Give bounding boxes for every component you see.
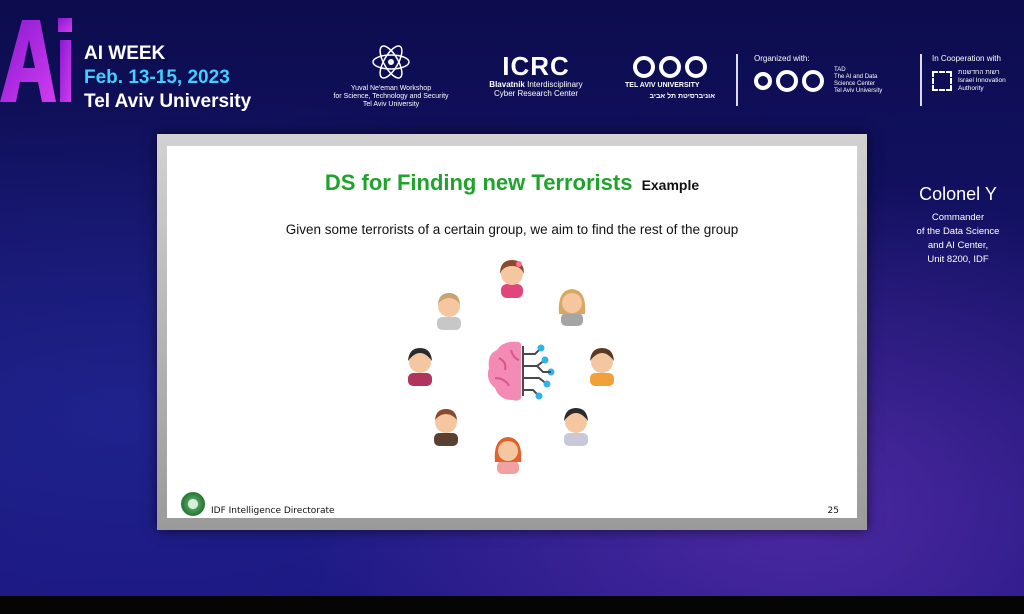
brain-circuit-icon — [487, 341, 555, 401]
header-divider — [736, 54, 738, 106]
ring-icon — [754, 72, 772, 90]
event-venue: Tel Aviv University — [84, 91, 252, 112]
atom-icon — [372, 45, 410, 79]
slide-frame: DS for Finding new Terrorists Example Gi… — [157, 134, 867, 530]
cooperation-label: In Cooperation with — [932, 54, 1001, 63]
tau-name-he: אוניברסיטת תל אביב — [649, 93, 715, 100]
yuval-line3: Tel Aviv University — [362, 101, 420, 108]
person-man-icon — [408, 348, 432, 386]
speaker-caption: Colonel Y Commander of the Data Science … — [900, 184, 1016, 267]
tau-logo: TEL AVIV UNIVERSITY אוניברסיטת תל אביב — [625, 56, 715, 100]
tad-line1: TAD — [834, 67, 846, 73]
icrc-blavatnik: Blavatnik — [489, 80, 525, 89]
ring-icon — [685, 56, 707, 78]
person-woman-icon — [558, 289, 586, 326]
innovation-line2: Authority — [958, 85, 984, 92]
tau-name-en: TEL AVIV UNIVERSITY — [625, 82, 700, 89]
slide-title-suffix: Example — [641, 177, 700, 193]
slide-description: Given some terrorists of a certain group… — [285, 222, 739, 237]
ring-icon — [659, 56, 681, 78]
icrc-acronym: ICRC — [502, 51, 570, 81]
cooperation-logo: In Cooperation with רשות החדשנות Israel … — [932, 54, 1024, 93]
tad-line4: Tel Aviv University — [834, 88, 883, 94]
icrc-line1: Blavatnik Interdisciplinary — [472, 80, 600, 89]
person-girl-icon — [500, 260, 524, 298]
speaker-role-line3: and AI Center, — [927, 240, 989, 251]
person-man-icon — [434, 409, 458, 446]
header-divider — [920, 54, 922, 106]
slide-footer: IDF Intelligence Directorate — [181, 492, 335, 516]
person-man-icon — [437, 293, 461, 330]
icrc-line2: Cyber Research Center — [493, 89, 579, 98]
speaker-role-line2: of the Data Science — [916, 226, 1000, 237]
idf-intelligence-emblem-icon — [181, 492, 205, 516]
innovation-he: רשות החדשנות — [958, 69, 1000, 76]
slide-title: DS for Finding new Terrorists Example — [167, 170, 857, 196]
ring-icon — [633, 56, 655, 78]
speaker-name: Colonel Y — [919, 184, 997, 204]
organized-with-logo: Organized with: TAD The AI and Data Scie… — [754, 54, 914, 95]
yuval-line1: Yuval Ne'eman Workshop — [350, 85, 432, 92]
video-frame: AI WEEK Feb. 13-15, 2023 Tel Aviv Univer… — [0, 0, 1024, 596]
tad-line2: The AI and Data — [834, 74, 878, 80]
person-man-icon — [564, 408, 588, 446]
icrc-interdisciplinary: Interdisciplinary — [524, 80, 583, 89]
ai-week-logo — [0, 18, 72, 102]
event-dates: Feb. 13-15, 2023 — [84, 67, 230, 88]
slide-title-main: DS for Finding new Terrorists — [324, 170, 633, 195]
slide-footer-text: IDF Intelligence Directorate — [211, 506, 335, 516]
innovation-line1: Israel Innovation — [958, 77, 1006, 84]
speaker-role-line1: Commander — [931, 212, 985, 223]
yuval-neeman-logo: Yuval Ne'eman Workshop for Science, Tech… — [327, 44, 455, 109]
organized-label: Organized with: — [754, 54, 810, 63]
ring-icon — [802, 70, 824, 92]
event-title: AI WEEK Feb. 13-15, 2023 Tel Aviv Univer… — [84, 42, 251, 114]
innovation-authority-icon — [932, 71, 952, 91]
event-name: AI WEEK — [84, 43, 166, 64]
icrc-logo: ICRC Blavatnik Interdisciplinary Cyber R… — [472, 52, 600, 98]
speaker-role-line4: Unit 8200, IDF — [927, 254, 989, 265]
tad-line3: Science Center — [834, 81, 876, 87]
presentation-slide: DS for Finding new Terrorists Example Gi… — [167, 146, 857, 518]
tau-rings-icon — [625, 56, 715, 78]
person-man-icon — [590, 348, 614, 386]
person-woman-icon — [494, 437, 522, 474]
video-bottom-bar — [0, 596, 1024, 614]
yuval-line2: for Science, Technology and Security — [333, 93, 449, 100]
ring-icon — [776, 70, 798, 92]
slide-page-number: 25 — [827, 506, 839, 516]
